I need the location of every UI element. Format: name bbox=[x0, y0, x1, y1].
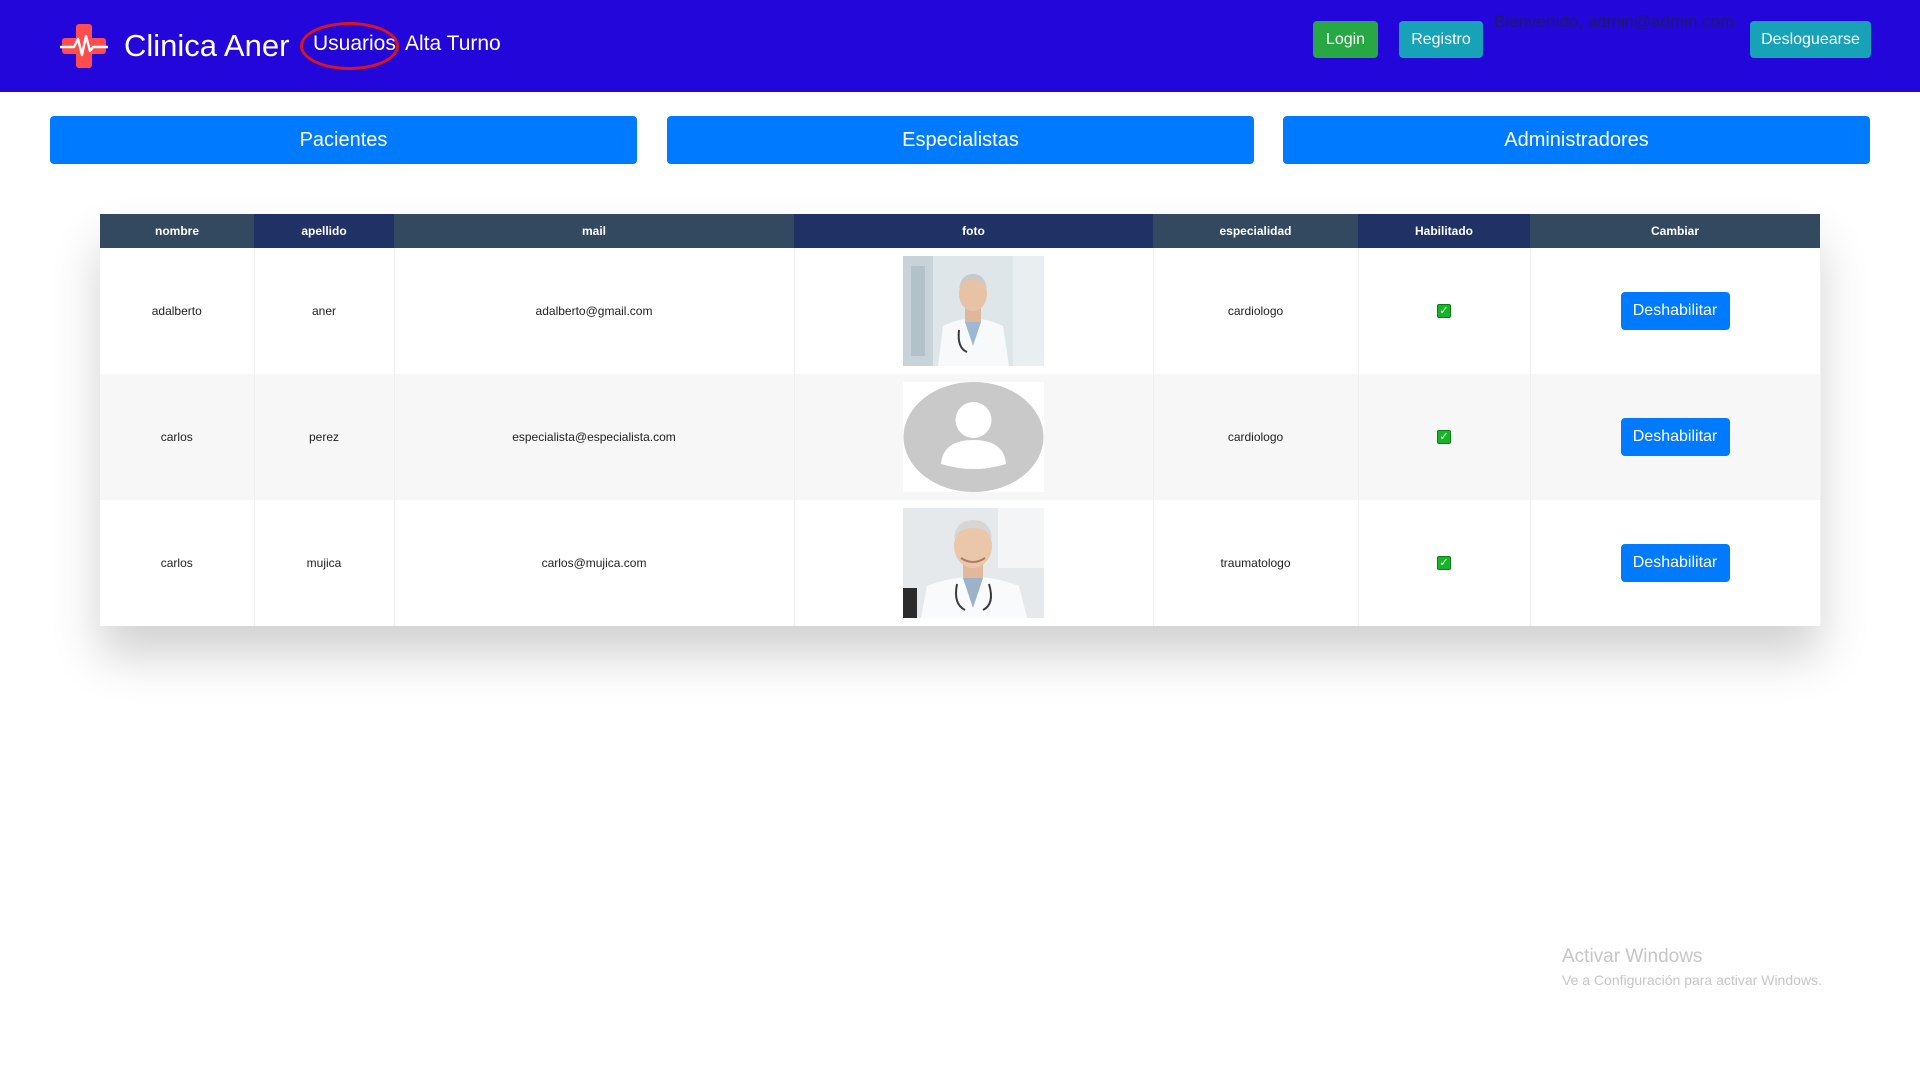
cell-especialidad: cardiologo bbox=[1153, 374, 1359, 500]
cell-habilitado: ✓ bbox=[1358, 500, 1531, 626]
header-apellido[interactable]: apellido bbox=[254, 214, 394, 248]
habilitado-checkbox[interactable]: ✓ bbox=[1437, 556, 1451, 571]
brand-name: Clinica Aner bbox=[124, 28, 290, 63]
cell-apellido: perez bbox=[254, 374, 395, 500]
cell-mail: carlos@mujica.com bbox=[394, 500, 795, 626]
logout-button[interactable]: Desloguearse bbox=[1750, 21, 1871, 58]
nav-link-usuarios[interactable]: Usuarios bbox=[313, 30, 396, 58]
cell-nombre: adalberto bbox=[100, 248, 255, 374]
administradores-button[interactable]: Administradores bbox=[1283, 116, 1870, 164]
cell-apellido: mujica bbox=[254, 500, 395, 626]
cell-foto bbox=[794, 374, 1154, 500]
header-habilitado[interactable]: Habilitado bbox=[1358, 214, 1530, 248]
windows-activation-title: Activar Windows bbox=[1562, 946, 1703, 967]
cell-habilitado: ✓ bbox=[1358, 374, 1531, 500]
default-avatar-icon bbox=[903, 382, 1044, 492]
windows-activation-subtitle: Ve a Configuración para activar Windows. bbox=[1562, 972, 1822, 988]
cell-especialidad: traumatologo bbox=[1153, 500, 1359, 626]
habilitado-checkbox[interactable]: ✓ bbox=[1437, 304, 1451, 319]
nav-link-alta-turno[interactable]: Alta Turno bbox=[405, 30, 501, 58]
navbar: Clinica Aner Usuarios Alta Turno Login R… bbox=[0, 0, 1920, 92]
deshabilitar-button[interactable]: Deshabilitar bbox=[1620, 292, 1730, 330]
cell-cambiar: Deshabilitar bbox=[1530, 248, 1821, 374]
header-mail[interactable]: mail bbox=[394, 214, 794, 248]
login-button[interactable]: Login bbox=[1313, 21, 1378, 58]
cell-mail: especialista@especialista.com bbox=[394, 374, 795, 500]
cell-cambiar: Deshabilitar bbox=[1530, 374, 1821, 500]
deshabilitar-button[interactable]: Deshabilitar bbox=[1620, 544, 1730, 582]
table-row: carlos mujica carlos@mujica.com traumato… bbox=[100, 500, 1821, 626]
heartbeat-cross-icon bbox=[58, 22, 110, 70]
welcome-text: Bienvenido, admin@admin.com bbox=[1494, 12, 1735, 31]
doctor-photo bbox=[903, 508, 1044, 618]
habilitado-checkbox[interactable]: ✓ bbox=[1437, 430, 1451, 445]
cell-apellido: aner bbox=[254, 248, 395, 374]
doctor-photo bbox=[903, 256, 1044, 366]
cell-nombre: carlos bbox=[100, 374, 255, 500]
cell-mail: adalberto@gmail.com bbox=[394, 248, 795, 374]
registro-button[interactable]: Registro bbox=[1399, 21, 1483, 58]
especialistas-button[interactable]: Especialistas bbox=[667, 116, 1254, 164]
header-especialidad[interactable]: especialidad bbox=[1153, 214, 1358, 248]
table-row: carlos perez especialista@especialista.c… bbox=[100, 374, 1821, 500]
users-table-container: nombre apellido mail foto especialidad H… bbox=[100, 214, 1821, 626]
deshabilitar-button[interactable]: Deshabilitar bbox=[1620, 418, 1730, 456]
table-header-row: nombre apellido mail foto especialidad H… bbox=[100, 214, 1820, 248]
cell-foto bbox=[794, 500, 1154, 626]
pacientes-button[interactable]: Pacientes bbox=[50, 116, 637, 164]
cell-foto bbox=[794, 248, 1154, 374]
cell-habilitado: ✓ bbox=[1358, 248, 1531, 374]
header-nombre[interactable]: nombre bbox=[100, 214, 254, 248]
cell-cambiar: Deshabilitar bbox=[1530, 500, 1821, 626]
users-table: nombre apellido mail foto especialidad H… bbox=[100, 214, 1821, 626]
header-cambiar[interactable]: Cambiar bbox=[1530, 214, 1820, 248]
brand[interactable]: Clinica Aner bbox=[58, 22, 289, 70]
cell-nombre: carlos bbox=[100, 500, 255, 626]
header-foto[interactable]: foto bbox=[794, 214, 1153, 248]
cell-especialidad: cardiologo bbox=[1153, 248, 1359, 374]
table-row: adalberto aner adalberto@gmail.com cardi… bbox=[100, 248, 1821, 374]
